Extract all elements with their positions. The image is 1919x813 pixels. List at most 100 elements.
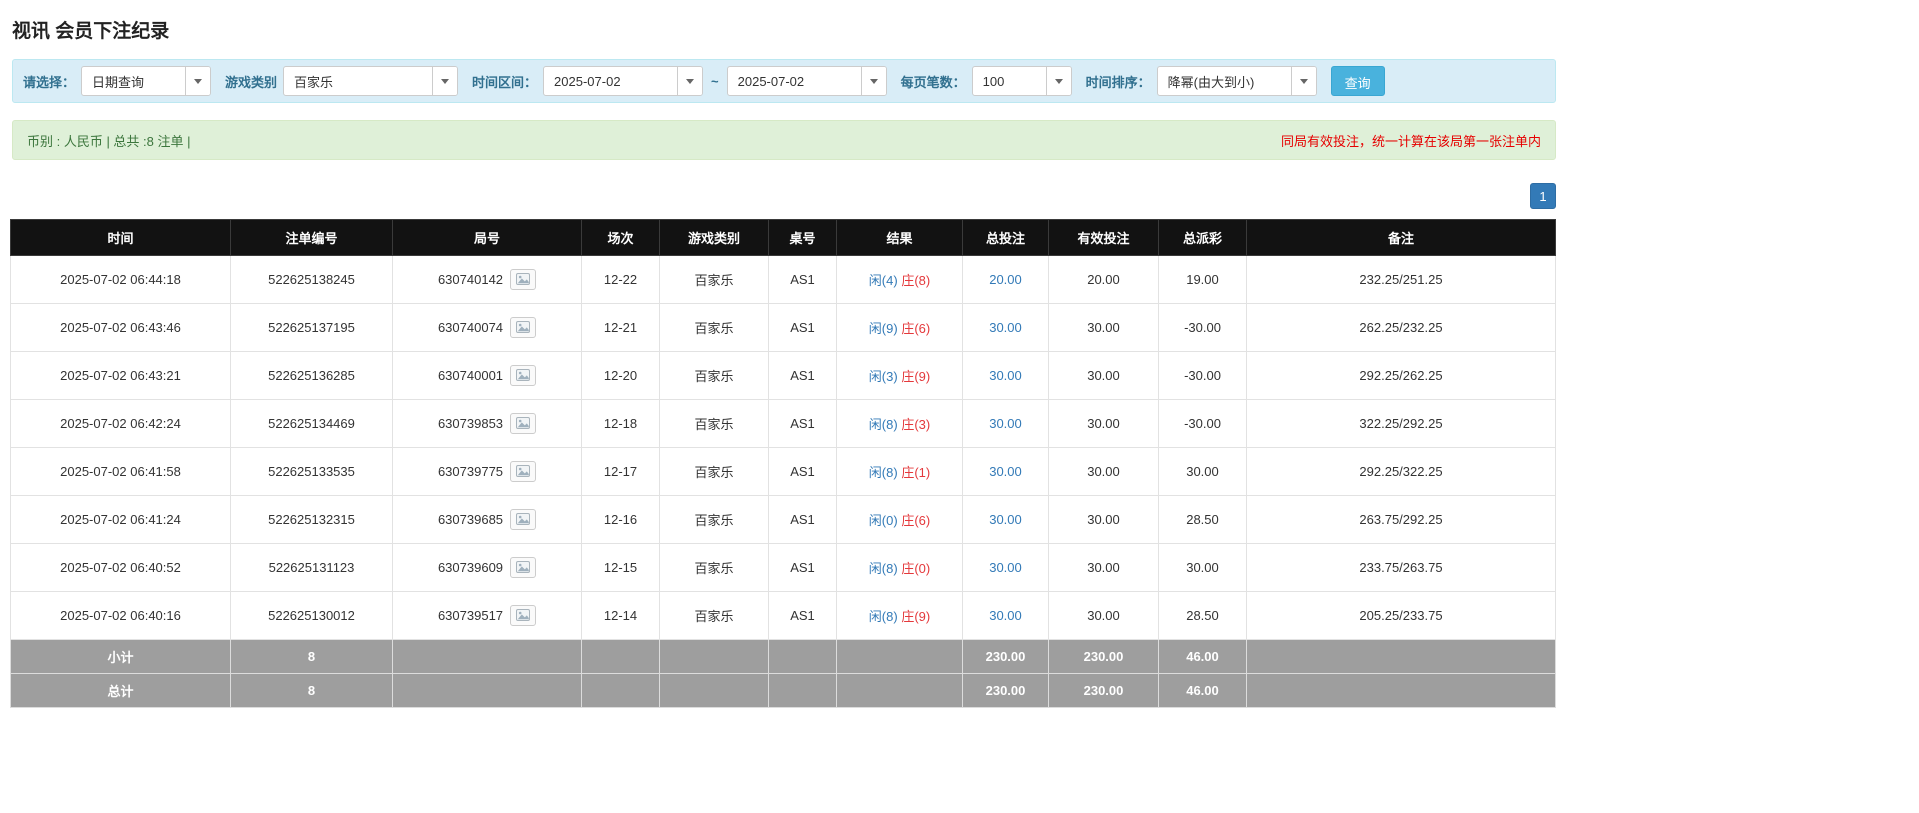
sort-order-label: 时间排序： <box>1085 74 1151 90</box>
empty-cell <box>1246 673 1556 708</box>
table-row: 2025-07-02 06:41:58 522625133535 630739775… <box>10 447 1556 496</box>
round-detail-button[interactable] <box>510 461 537 482</box>
time-cell: 2025-07-02 06:43:21 <box>10 351 231 400</box>
total-bet-cell: 30.00 <box>962 303 1049 352</box>
filter-bar: 请选择： 日期查询 游戏类别 百家乐 时间区间： 2025-07-02 ~ 20… <box>12 59 1556 103</box>
query-type-label: 请选择： <box>23 74 76 90</box>
round-detail-button[interactable] <box>510 605 537 626</box>
total-bet-link[interactable]: 30.00 <box>989 512 1022 527</box>
round-detail-button[interactable] <box>510 269 537 290</box>
chevron-down-icon[interactable] <box>677 67 703 95</box>
chevron-down-icon[interactable] <box>1290 67 1316 95</box>
total-bet-link[interactable]: 30.00 <box>989 560 1022 575</box>
date-to-select[interactable]: 2025-07-02 <box>726 66 887 96</box>
valid-bet-cell: 30.00 <box>1048 591 1159 640</box>
total-bet-link[interactable]: 30.00 <box>989 416 1022 431</box>
result-player: 闲(3) <box>868 369 898 384</box>
query-type-value: 日期查询 <box>92 74 145 90</box>
bet-records-table: 时间 注单编号 局号 场次 游戏类别 桌号 结果 总投注 有效投注 总派彩 备注 2025-07-0… <box>10 219 1556 708</box>
page-title: 视讯 会员下注纪录 <box>12 21 170 42</box>
total-bet-link[interactable]: 30.00 <box>989 368 1022 383</box>
table-no-cell: AS1 <box>768 303 837 352</box>
round-id: 630740001 <box>437 368 504 383</box>
session-cell: 12-15 <box>581 543 660 592</box>
bet-id-cell: 522625137195 <box>230 303 393 352</box>
bet-id-cell: 522625132315 <box>230 495 393 544</box>
table-no-cell: AS1 <box>768 591 837 640</box>
result-cell: 闲(8) 庄(0) <box>836 543 963 592</box>
round-detail-button[interactable] <box>510 509 537 530</box>
valid-bet-note: 同局有效投注，统一计算在该局第一张注单内 <box>1280 133 1541 149</box>
empty-cell <box>392 639 582 674</box>
valid-bet-cell: 30.00 <box>1048 303 1159 352</box>
result-cell: 闲(9) 庄(6) <box>836 303 963 352</box>
empty-cell <box>581 639 660 674</box>
game-type-cell: 百家乐 <box>659 255 769 304</box>
empty-cell <box>836 639 963 674</box>
column-header: 有效投注 <box>1048 219 1159 256</box>
total-bet-cell: 30.00 <box>962 591 1049 640</box>
column-header: 总派彩 <box>1158 219 1247 256</box>
currency-total-text: 币别 : 人民币 | 总共 :8 注单 | <box>27 133 191 149</box>
session-cell: 12-20 <box>581 351 660 400</box>
date-to-value: 2025-07-02 <box>737 73 805 89</box>
game-type-cell: 百家乐 <box>659 351 769 400</box>
total-bet-link[interactable]: 20.00 <box>989 272 1022 287</box>
table-header-row: 时间 注单编号 局号 场次 游戏类别 桌号 结果 总投注 有效投注 总派彩 备注 <box>10 219 1556 256</box>
chevron-down-icon[interactable] <box>860 67 886 95</box>
round-detail-button[interactable] <box>510 365 537 386</box>
session-cell: 12-21 <box>581 303 660 352</box>
subtotal-row: 小计 8 230.00 230.00 46.00 <box>10 639 1556 674</box>
payout-cell: 30.00 <box>1158 543 1247 592</box>
table-row: 2025-07-02 06:44:18 522625138245 630740142… <box>10 255 1556 304</box>
chevron-down-icon[interactable] <box>432 67 458 95</box>
total-payout: 46.00 <box>1158 673 1247 708</box>
round-detail-button[interactable] <box>510 557 537 578</box>
chevron-down-icon[interactable] <box>185 67 211 95</box>
bet-id-cell: 522625131123 <box>230 543 393 592</box>
time-cell: 2025-07-02 06:42:24 <box>10 399 231 448</box>
search-button[interactable]: 查询 <box>1330 66 1385 96</box>
session-cell: 12-16 <box>581 495 660 544</box>
total-bet-link[interactable]: 30.00 <box>989 464 1022 479</box>
subtotal-payout: 46.00 <box>1158 639 1247 674</box>
remark-cell: 262.25/232.25 <box>1246 303 1556 352</box>
table-row: 2025-07-02 06:43:21 522625136285 630740001… <box>10 351 1556 400</box>
round-detail-button[interactable] <box>510 317 537 338</box>
empty-cell <box>581 673 660 708</box>
total-count: 8 <box>230 673 393 708</box>
table-row: 2025-07-02 06:42:24 522625134469 630739853… <box>10 399 1556 448</box>
game-type-cell: 百家乐 <box>659 543 769 592</box>
page-size-select[interactable]: 100 <box>971 66 1072 96</box>
table-no-cell: AS1 <box>768 351 837 400</box>
result-banker: 庄(8) <box>901 273 931 288</box>
chevron-down-icon[interactable] <box>1045 67 1071 95</box>
table-no-cell: AS1 <box>768 255 837 304</box>
empty-cell <box>659 639 769 674</box>
game-type-label: 游戏类别 <box>225 74 278 90</box>
total-bet-cell: 30.00 <box>962 495 1049 544</box>
result-player: 闲(4) <box>868 273 898 288</box>
table-no-cell: AS1 <box>768 447 837 496</box>
subtotal-count: 8 <box>230 639 393 674</box>
round-detail-button[interactable] <box>510 413 537 434</box>
date-range-separator: ~ <box>711 73 719 89</box>
total-bet-link[interactable]: 30.00 <box>989 320 1022 335</box>
sort-order-select[interactable]: 降幂(由大到小) <box>1156 66 1317 96</box>
result-player: 闲(0) <box>868 513 898 528</box>
result-cell: 闲(0) 庄(6) <box>836 495 963 544</box>
game-type-select[interactable]: 百家乐 <box>283 66 459 96</box>
payout-cell: 28.50 <box>1158 495 1247 544</box>
column-header: 游戏类别 <box>659 219 769 256</box>
result-cell: 闲(4) 庄(8) <box>836 255 963 304</box>
page-button-1[interactable]: 1 <box>1530 183 1556 209</box>
query-type-select[interactable]: 日期查询 <box>81 66 212 96</box>
game-type-cell: 百家乐 <box>659 303 769 352</box>
total-bet-link[interactable]: 30.00 <box>989 608 1022 623</box>
bet-id-cell: 522625133535 <box>230 447 393 496</box>
table-row: 2025-07-02 06:41:24 522625132315 630739685… <box>10 495 1556 544</box>
empty-cell <box>659 673 769 708</box>
round-cell: 630740074 <box>392 303 582 352</box>
remark-cell: 292.25/322.25 <box>1246 447 1556 496</box>
date-from-select[interactable]: 2025-07-02 <box>543 66 704 96</box>
